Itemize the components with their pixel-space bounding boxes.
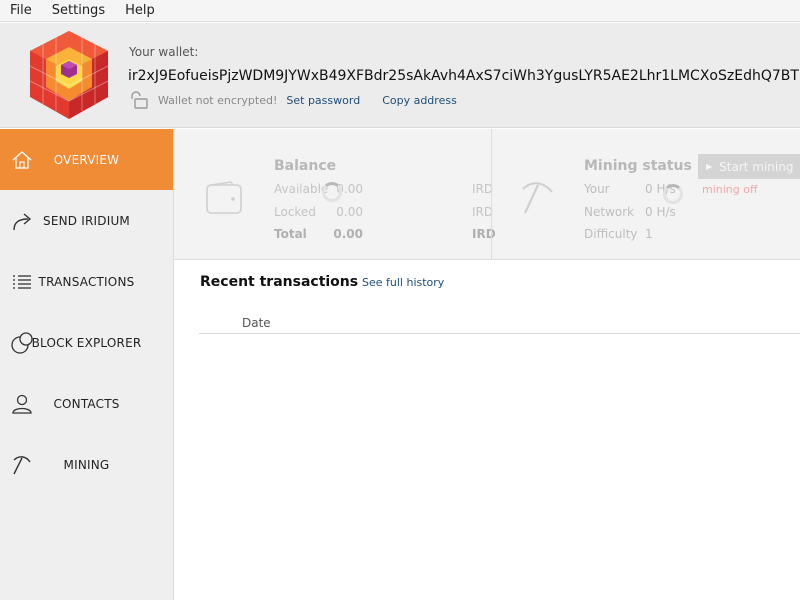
wallet-tools: Wallet not encrypted! Set password Copy … [129, 91, 457, 109]
balance-available-row: Available 0.00 IRD [274, 182, 494, 202]
encryption-status: Wallet not encrypted! [158, 93, 278, 107]
sidebar-item-label: SEND IRIDIUM [43, 213, 130, 228]
locked-value: 0.00 [336, 205, 363, 219]
mining-state: mining off [702, 183, 758, 196]
wallet-header: Your wallet: ir2xJ9EofueisPjzWDM9JYWxB49… [0, 23, 800, 128]
balance-loading-spinner [322, 182, 342, 202]
sidebar-item-overview[interactable]: OVERVIEW [0, 129, 173, 190]
pickaxe-icon [13, 455, 31, 474]
wallet-label: Your wallet: [129, 45, 199, 59]
wallet-address: ir2xJ9EofueisPjzWDM9JYWxB49XFBdr25sAkAvh… [128, 68, 800, 84]
play-icon: ▶ [706, 162, 713, 171]
start-mining-button[interactable]: ▶ Start mining [698, 154, 800, 179]
send-arrow-icon [13, 212, 32, 230]
iridium-cube-logo-icon [29, 31, 109, 119]
menu-file[interactable]: File [0, 0, 42, 22]
available-value: 0.00 [336, 182, 363, 196]
unlocked-padlock-icon [131, 91, 148, 109]
overview-content: Balance Available 0.00 IRD Locked 0.00 I… [174, 129, 800, 600]
total-value: 0.00 [333, 227, 363, 241]
total-currency: IRD [472, 227, 496, 241]
available-currency: IRD [472, 182, 494, 196]
menu-settings[interactable]: Settings [42, 0, 115, 22]
balance-locked-row: Locked 0.00 IRD [274, 205, 494, 225]
recent-transactions-title: Recent transactions [200, 274, 359, 290]
explorer-icon [11, 331, 33, 354]
sidebar-item-send-iridium[interactable]: SEND IRIDIUM [0, 190, 173, 251]
network-hashrate-value: 0 H/s [645, 205, 676, 219]
sidebar-item-label: CONTACTS [53, 396, 120, 411]
mining-loading-spinner [663, 184, 683, 204]
set-password-link[interactable]: Set password [286, 94, 360, 107]
balance-total-row: Total 0.00 IRD [274, 227, 496, 247]
copy-address-link[interactable]: Copy address [382, 94, 457, 107]
table-header-divider [199, 333, 800, 334]
sidebar-item-transactions[interactable]: TRANSACTIONS [0, 251, 173, 312]
your-hashrate-label: Your [584, 182, 610, 196]
status-panels: Balance Available 0.00 IRD Locked 0.00 I… [174, 129, 800, 260]
wallet-icon [206, 181, 242, 214]
sidebar-item-contacts[interactable]: CONTACTS [0, 373, 173, 434]
column-header-date[interactable]: Date [242, 316, 271, 330]
mining-status-title: Mining status [584, 158, 692, 174]
difficulty-label: Difficulty [584, 227, 638, 241]
menubar: File Settings Help [0, 0, 800, 22]
person-icon [12, 394, 32, 414]
sidebar-item-label: OVERVIEW [53, 152, 120, 167]
panel-divider [491, 129, 492, 260]
sidebar-item-label: BLOCK EXPLORER [31, 335, 142, 350]
list-icon [13, 274, 31, 289]
sidebar: OVERVIEW SEND IRIDIUM TRANSACTIONS BLOCK… [0, 129, 174, 600]
pickaxe-icon [522, 182, 553, 214]
network-hashrate-label: Network [584, 205, 635, 219]
locked-currency: IRD [472, 205, 494, 219]
home-icon [12, 150, 32, 169]
sidebar-item-label: TRANSACTIONS [38, 274, 135, 289]
sidebar-item-mining[interactable]: MINING [0, 434, 173, 495]
start-mining-label: Start mining [719, 159, 794, 174]
sidebar-item-label: MINING [63, 457, 110, 472]
menu-help[interactable]: Help [115, 0, 165, 22]
difficulty-value: 1 [645, 227, 653, 241]
see-full-history-link[interactable]: See full history [362, 276, 444, 289]
sidebar-item-block-explorer[interactable]: BLOCK EXPLORER [0, 312, 173, 373]
balance-title: Balance [274, 158, 337, 174]
